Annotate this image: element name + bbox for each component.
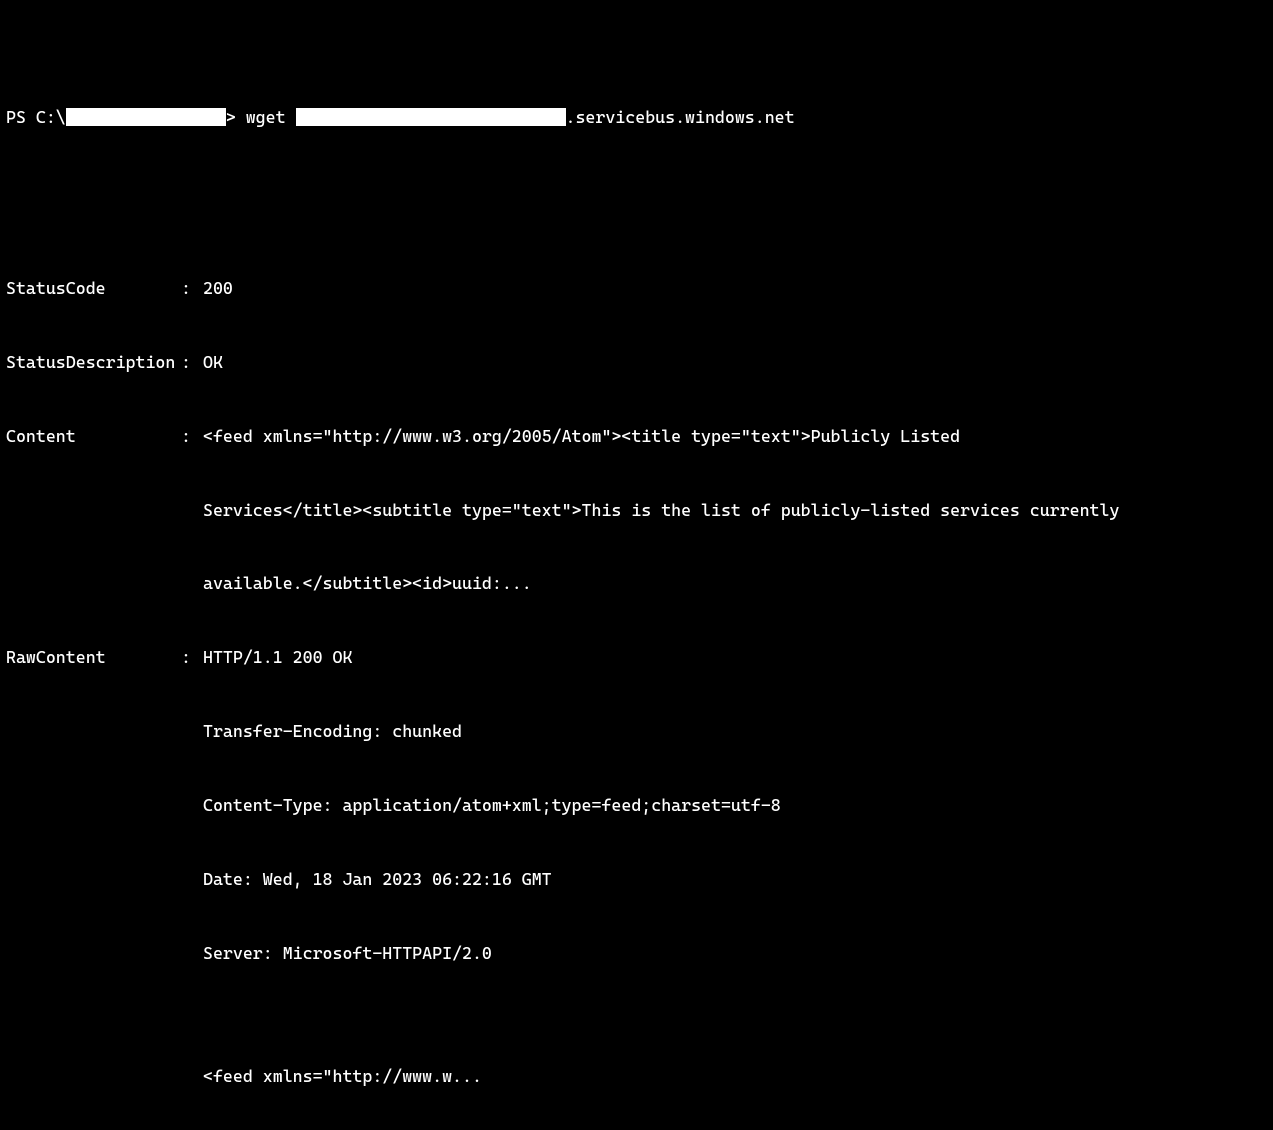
key-rawcontent: RawContent xyxy=(6,645,181,670)
val-content-0: <feed xmlns="http://www.w3.org/2005/Atom… xyxy=(203,424,960,449)
row-statusdescription: StatusDescription: OK xyxy=(6,350,1267,375)
val-rawcontent-3: Date: Wed, 18 Jan 2023 06:22:16 GMT xyxy=(203,867,1263,892)
colon: : xyxy=(181,645,203,670)
output-block: StatusCode: 200 StatusDescription: OK Co… xyxy=(6,226,1267,1130)
val-content-1: Services</title><subtitle type="text">Th… xyxy=(203,498,1263,523)
prompt-command: wget xyxy=(246,105,296,130)
row-statuscode: StatusCode: 200 xyxy=(6,276,1267,301)
row-rawcontent: RawContent: HTTP/1.1 200 OK xyxy=(6,645,1267,670)
redacted-host xyxy=(296,108,566,126)
val-rawcontent-6: <feed xmlns="http://www.w... xyxy=(203,1064,1263,1089)
val-statusdescription: OK xyxy=(203,350,223,375)
row-content: Content: <feed xmlns="http://www.w3.org/… xyxy=(6,424,1267,449)
key-statusdescription: StatusDescription xyxy=(6,350,181,375)
colon: : xyxy=(181,424,203,449)
val-rawcontent-2: Content-Type: application/atom+xml;type=… xyxy=(203,793,1263,818)
key-statuscode: StatusCode xyxy=(6,276,181,301)
key-content: Content xyxy=(6,424,181,449)
prompt-prefix: PS C:\ xyxy=(6,105,66,130)
val-rawcontent-4: Server: Microsoft-HTTPAPI/2.0 xyxy=(203,941,1263,966)
redacted-path xyxy=(66,108,226,126)
val-content-2: available.</subtitle><id>uuid:... xyxy=(203,571,1263,596)
val-rawcontent-1: Transfer-Encoding: chunked xyxy=(203,719,1263,744)
prompt-arrow: > xyxy=(226,105,246,130)
colon: : xyxy=(181,350,203,375)
val-rawcontent-0: HTTP/1.1 200 OK xyxy=(203,645,352,670)
val-statuscode: 200 xyxy=(203,276,233,301)
colon: : xyxy=(181,276,203,301)
prompt-suffix: .servicebus.windows.net xyxy=(566,105,795,130)
prompt-line[interactable]: PS C:\ > wget .servicebus.windows.net xyxy=(6,105,1267,130)
